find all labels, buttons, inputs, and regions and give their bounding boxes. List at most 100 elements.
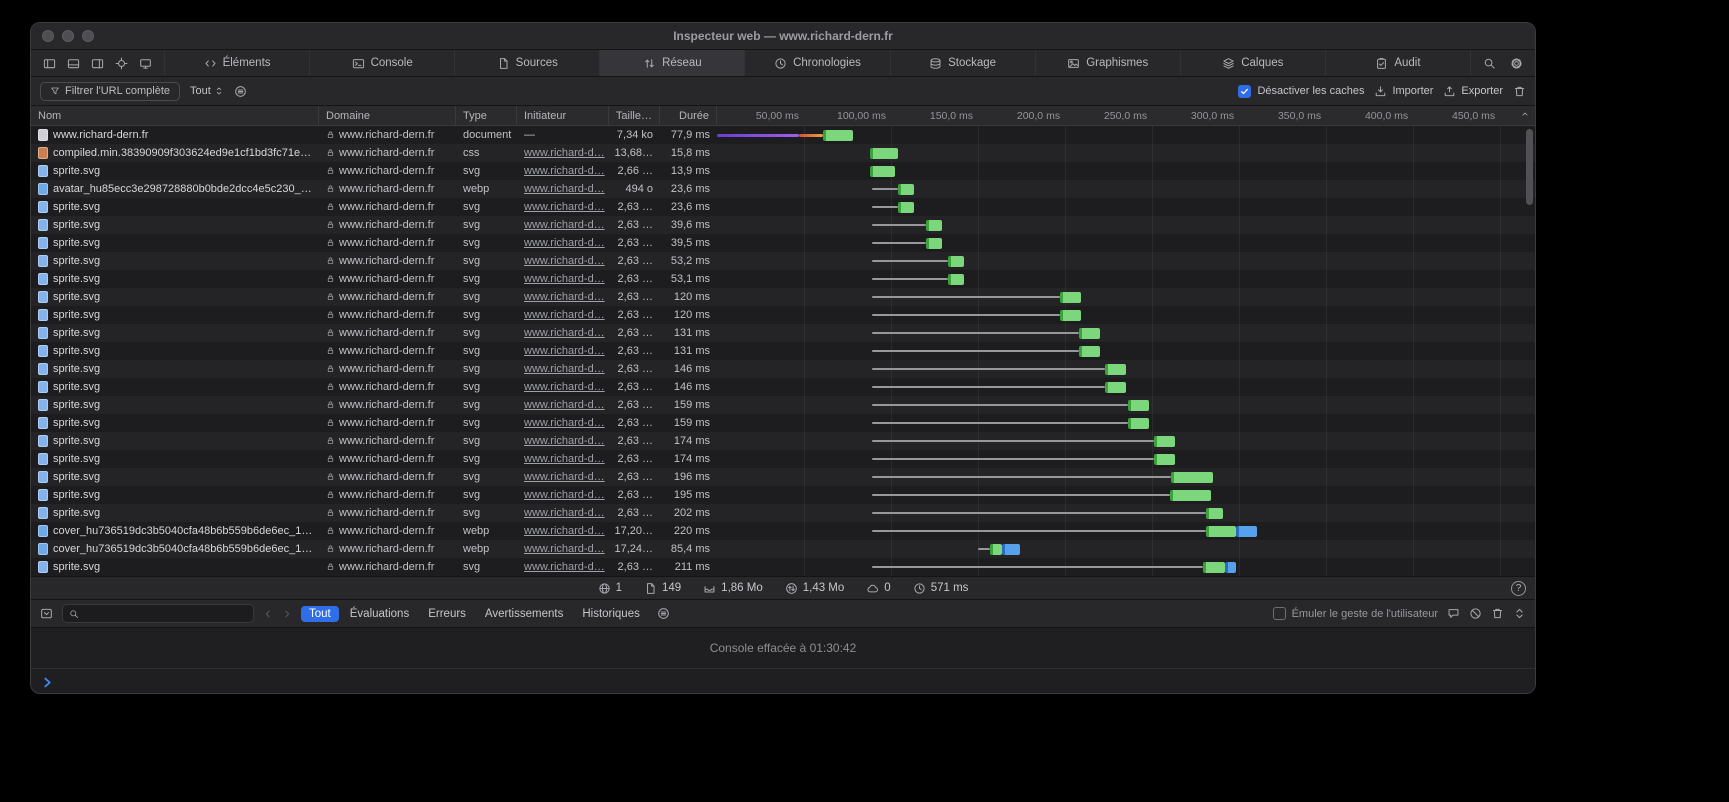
table-row[interactable]: www.richard-dern.frwww.richard-dern.frdo… bbox=[31, 126, 1535, 144]
table-row[interactable]: cover_hu736519dc3b5040cfa48b6b559b6de6ec… bbox=[31, 522, 1535, 540]
console-filter-tout[interactable]: Tout bbox=[301, 606, 339, 622]
console-scope-icon[interactable] bbox=[40, 607, 53, 620]
initiator-link[interactable]: www.richard-d… bbox=[524, 219, 605, 231]
initiator-link[interactable]: www.richard-d… bbox=[524, 345, 605, 357]
initiator-link[interactable]: www.richard-d… bbox=[524, 165, 605, 177]
initiator-link[interactable]: www.richard-d… bbox=[524, 309, 605, 321]
console-search-field[interactable] bbox=[62, 604, 254, 623]
back-icon[interactable] bbox=[263, 609, 273, 619]
table-row[interactable]: sprite.svgwww.richard-dern.frsvgwww.rich… bbox=[31, 450, 1535, 468]
console-filter-erreurs[interactable]: Erreurs bbox=[420, 606, 474, 622]
tab-calques[interactable]: Calques bbox=[1180, 50, 1325, 76]
table-row[interactable]: sprite.svgwww.richard-dern.frsvgwww.rich… bbox=[31, 468, 1535, 486]
inspect-target-icon[interactable] bbox=[115, 57, 128, 70]
initiator-link[interactable]: www.richard-d… bbox=[524, 327, 605, 339]
trash-icon[interactable] bbox=[1491, 607, 1504, 620]
close-button[interactable] bbox=[42, 30, 54, 42]
console-prompt[interactable] bbox=[31, 668, 1535, 694]
initiator-link[interactable]: www.richard-d… bbox=[524, 291, 605, 303]
titlebar[interactable]: Inspecteur web — www.richard-dern.fr bbox=[31, 23, 1535, 50]
panel-bottom-icon[interactable] bbox=[67, 57, 80, 70]
disable-caches-checkbox[interactable] bbox=[1238, 85, 1251, 98]
column-header-nom[interactable]: Nom bbox=[31, 106, 319, 125]
help-button[interactable]: ? bbox=[1511, 581, 1526, 596]
table-row[interactable]: sprite.svgwww.richard-dern.frsvgwww.rich… bbox=[31, 360, 1535, 378]
column-header-domaine[interactable]: Domaine bbox=[319, 106, 456, 125]
tab-stockage[interactable]: Stockage bbox=[890, 50, 1035, 76]
table-row[interactable]: sprite.svgwww.richard-dern.frsvgwww.rich… bbox=[31, 198, 1535, 216]
minimize-button[interactable] bbox=[62, 30, 74, 42]
tab-sources[interactable]: Sources bbox=[454, 50, 599, 76]
table-row[interactable]: sprite.svgwww.richard-dern.frsvgwww.rich… bbox=[31, 252, 1535, 270]
console-filter-avertissements[interactable]: Avertissements bbox=[477, 606, 571, 622]
initiator-link[interactable]: www.richard-d… bbox=[524, 507, 605, 519]
initiator-link[interactable]: www.richard-d… bbox=[524, 273, 605, 285]
initiator-link[interactable]: www.richard-d… bbox=[524, 489, 605, 501]
table-row[interactable]: compiled.min.38390909f303624ed9e1cf1bd3f… bbox=[31, 144, 1535, 162]
emulate-user-gesture-checkbox[interactable] bbox=[1273, 607, 1286, 620]
import-button[interactable]: Importer bbox=[1374, 85, 1433, 98]
table-row[interactable]: sprite.svgwww.richard-dern.frsvgwww.rich… bbox=[31, 432, 1535, 450]
console-filter-historiques[interactable]: Historiques bbox=[574, 606, 648, 622]
initiator-link[interactable]: www.richard-d… bbox=[524, 183, 605, 195]
vertical-scrollbar[interactable] bbox=[1526, 129, 1533, 205]
emulate-user-gesture-toggle[interactable]: Émuler le geste de l'utilisateur bbox=[1273, 607, 1438, 620]
table-row[interactable]: sprite.svgwww.richard-dern.frsvgwww.rich… bbox=[31, 558, 1535, 576]
table-row[interactable]: sprite.svgwww.richard-dern.frsvgwww.rich… bbox=[31, 396, 1535, 414]
console-filter-evaluations[interactable]: Évaluations bbox=[342, 606, 417, 622]
initiator-link[interactable]: www.richard-d… bbox=[524, 453, 605, 465]
device-icon[interactable] bbox=[139, 57, 152, 70]
filter-options-icon[interactable] bbox=[234, 85, 247, 98]
table-row[interactable]: sprite.svgwww.richard-dern.frsvgwww.rich… bbox=[31, 486, 1535, 504]
clear-console-icon[interactable] bbox=[1469, 607, 1482, 620]
console-options-icon[interactable] bbox=[657, 607, 670, 620]
tab-audit[interactable]: Audit bbox=[1325, 50, 1470, 76]
table-row[interactable]: sprite.svgwww.richard-dern.frsvgwww.rich… bbox=[31, 504, 1535, 522]
table-row[interactable]: sprite.svgwww.richard-dern.frsvgwww.rich… bbox=[31, 414, 1535, 432]
initiator-link[interactable]: www.richard-d… bbox=[524, 525, 605, 537]
disable-caches-toggle[interactable]: Désactiver les caches bbox=[1238, 85, 1364, 98]
initiator-link[interactable]: www.richard-d… bbox=[524, 147, 605, 159]
initiator-link[interactable]: www.richard-d… bbox=[524, 201, 605, 213]
initiator-link[interactable]: www.richard-d… bbox=[524, 237, 605, 249]
table-row[interactable]: sprite.svgwww.richard-dern.frsvgwww.rich… bbox=[31, 234, 1535, 252]
initiator-link[interactable]: www.richard-d… bbox=[524, 381, 605, 393]
tab-graphismes[interactable]: Graphismes bbox=[1035, 50, 1180, 76]
resource-type-select[interactable]: Tout bbox=[190, 85, 224, 97]
initiator-link[interactable]: www.richard-d… bbox=[524, 399, 605, 411]
table-row[interactable]: avatar_hu85ecc3e298728880b0bde2dcc4e5c23… bbox=[31, 180, 1535, 198]
settings-gear-icon[interactable] bbox=[1510, 57, 1523, 70]
table-row[interactable]: sprite.svgwww.richard-dern.frsvgwww.rich… bbox=[31, 306, 1535, 324]
export-button[interactable]: Exporter bbox=[1443, 85, 1503, 98]
panel-left-icon[interactable] bbox=[43, 57, 56, 70]
column-header-type[interactable]: Type bbox=[456, 106, 517, 125]
console-messages-icon[interactable] bbox=[1447, 607, 1460, 620]
table-row[interactable]: sprite.svgwww.richard-dern.frsvgwww.rich… bbox=[31, 378, 1535, 396]
search-icon[interactable] bbox=[1483, 57, 1496, 70]
forward-icon[interactable] bbox=[282, 609, 292, 619]
table-row[interactable]: sprite.svgwww.richard-dern.frsvgwww.rich… bbox=[31, 216, 1535, 234]
table-row[interactable]: sprite.svgwww.richard-dern.frsvgwww.rich… bbox=[31, 342, 1535, 360]
initiator-link[interactable]: www.richard-d… bbox=[524, 561, 605, 573]
initiator-link[interactable]: www.richard-d… bbox=[524, 363, 605, 375]
tab-chronologies[interactable]: Chronologies bbox=[744, 50, 889, 76]
table-row[interactable]: sprite.svgwww.richard-dern.frsvgwww.rich… bbox=[31, 270, 1535, 288]
tab-reseau[interactable]: Réseau bbox=[599, 50, 744, 76]
initiator-link[interactable]: www.richard-d… bbox=[524, 417, 605, 429]
column-header-taille[interactable]: Taille… bbox=[609, 106, 660, 125]
column-header-duree[interactable]: Durée bbox=[660, 106, 717, 125]
zoom-button[interactable] bbox=[82, 30, 94, 42]
url-filter-field[interactable]: Filtrer l'URL complète bbox=[40, 82, 180, 101]
column-header-initiateur[interactable]: Initiateur bbox=[517, 106, 609, 125]
initiator-link[interactable]: www.richard-d… bbox=[524, 471, 605, 483]
clear-network-items-icon[interactable] bbox=[1513, 85, 1526, 98]
table-row[interactable]: cover_hu736519dc3b5040cfa48b6b559b6de6ec… bbox=[31, 540, 1535, 558]
initiator-link[interactable]: www.richard-d… bbox=[524, 255, 605, 267]
collapse-console-icon[interactable] bbox=[1513, 607, 1526, 620]
tab-console[interactable]: Console bbox=[309, 50, 454, 76]
tab-elements[interactable]: Éléments bbox=[164, 50, 309, 76]
table-row[interactable]: sprite.svgwww.richard-dern.frsvgwww.rich… bbox=[31, 162, 1535, 180]
table-row[interactable]: sprite.svgwww.richard-dern.frsvgwww.rich… bbox=[31, 324, 1535, 342]
chevron-up-icon[interactable] bbox=[1520, 109, 1530, 119]
initiator-link[interactable]: www.richard-d… bbox=[524, 543, 605, 555]
